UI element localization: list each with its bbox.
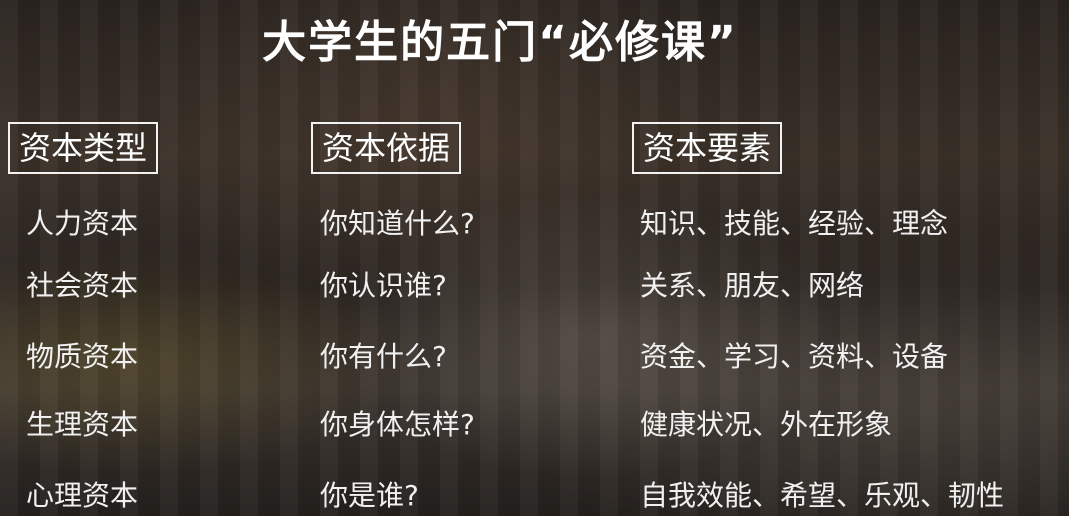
capital-elements-row: 资金、学习、资料、设备 xyxy=(640,340,949,373)
column-header-capital-basis: 资本依据 xyxy=(311,122,462,174)
column-header-capital-type: 资本类型 xyxy=(8,122,159,174)
capital-type-row: 生理资本 xyxy=(26,408,139,441)
capital-type-row: 社会资本 xyxy=(26,269,139,302)
capital-elements-row: 知识、技能、经验、理念 xyxy=(640,207,949,240)
capital-type-row: 心理资本 xyxy=(26,479,139,512)
column-header-capital-elements: 资本要素 xyxy=(632,122,783,174)
capital-basis-row: 你是谁? xyxy=(320,479,419,512)
capital-type-row: 人力资本 xyxy=(26,207,139,240)
capital-elements-row: 自我效能、希望、乐观、韧性 xyxy=(640,479,1005,512)
slide-title: 大学生的五门“必修课” xyxy=(262,17,738,68)
column-capital-elements: 资本要素 知识、技能、经验、理念 关系、朋友、网络 资金、学习、资料、设备 健康… xyxy=(632,122,1004,512)
capital-basis-row: 你有什么? xyxy=(320,340,447,373)
column-capital-type: 资本类型 人力资本 社会资本 物质资本 生理资本 心理资本 xyxy=(8,122,159,512)
capital-elements-row: 健康状况、外在形象 xyxy=(640,408,893,441)
capital-type-row: 物质资本 xyxy=(26,340,139,373)
slide: 大学生的五门“必修课” 资本类型 人力资本 社会资本 物质资本 生理资本 心理资… xyxy=(0,0,1069,516)
column-capital-basis: 资本依据 你知道什么? 你认识谁? 你有什么? 你身体怎样? 你是谁? xyxy=(311,122,475,512)
capital-elements-row: 关系、朋友、网络 xyxy=(640,269,865,302)
capital-basis-row: 你知道什么? xyxy=(320,207,475,240)
capital-basis-row: 你认识谁? xyxy=(320,269,447,302)
capital-basis-row: 你身体怎样? xyxy=(320,408,475,441)
